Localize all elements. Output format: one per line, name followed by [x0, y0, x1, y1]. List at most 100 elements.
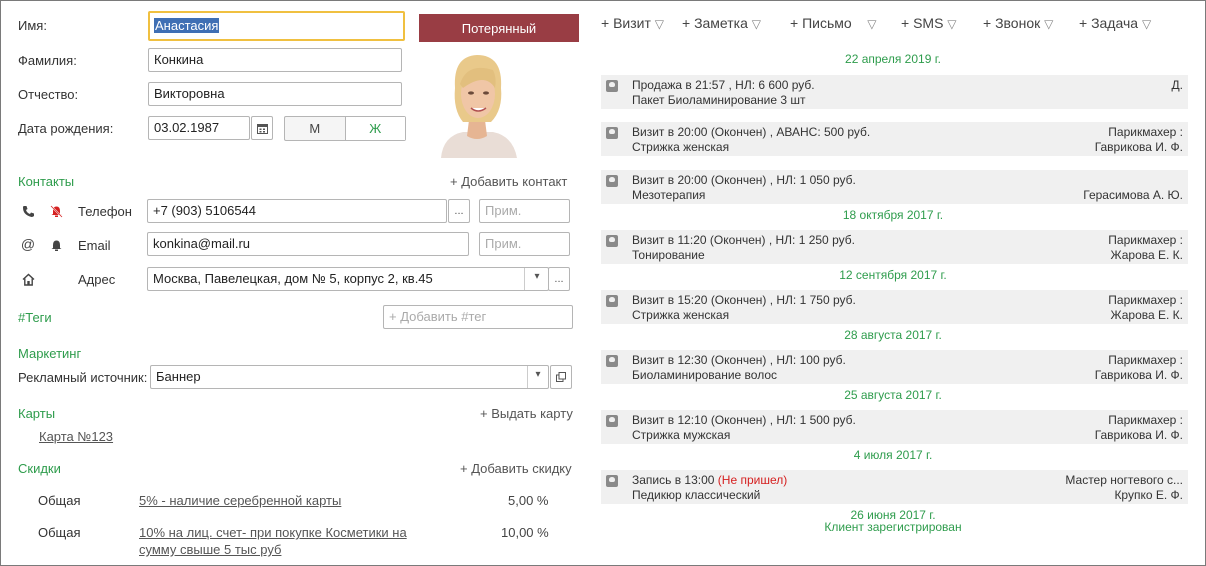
address-label: Адрес — [78, 272, 116, 287]
event-title: Визит в 20:00 (Окончен) , АВАНС: 500 руб… — [632, 125, 871, 139]
patronymic-input[interactable]: Викторовна — [148, 82, 402, 106]
filter-icon[interactable]: ▽ — [1142, 17, 1151, 31]
card-link[interactable]: Карта №123 — [39, 429, 113, 444]
event-service: Стрижка мужская — [632, 428, 731, 442]
event-icon — [606, 127, 618, 139]
timeline-event[interactable]: Визит в 11:20 (Окончен) , НЛ: 1 250 руб.… — [601, 230, 1188, 264]
timeline-event[interactable]: Визит в 12:10 (Окончен) , НЛ: 1 500 руб.… — [601, 410, 1188, 444]
phone-icon[interactable] — [21, 204, 35, 218]
event-service: Тонирование — [632, 248, 705, 262]
add-tag-input[interactable]: + Добавить #тег — [383, 305, 573, 329]
event-staff: Жарова Е. К. — [1110, 308, 1183, 322]
event-service: Мезотерапия — [632, 188, 706, 202]
timeline-event[interactable]: Запись в 13:00 (Не пришел) Педикюр класс… — [601, 470, 1188, 504]
add-sms-button[interactable]: + SMS ▽ — [901, 15, 957, 31]
discount-value: 10,00 % — [501, 525, 549, 540]
phone-more-button[interactable]: ... — [448, 199, 470, 223]
event-staff: Жарова Е. К. — [1110, 248, 1183, 262]
filter-icon[interactable]: ▽ — [947, 17, 956, 31]
add-call-label: + Звонок — [983, 15, 1041, 31]
discount-link-line2[interactable]: сумму свыше 5 тыс руб — [139, 542, 281, 557]
event-icon — [606, 80, 618, 92]
phone-input[interactable]: +7 (903) 5106544 — [147, 199, 447, 223]
event-title: Визит в 20:00 (Окончен) , НЛ: 1 050 руб. — [632, 173, 856, 187]
event-role: Д. — [1171, 78, 1183, 92]
discount-link[interactable]: 10% на лиц. счет- при покупке Косметики … — [139, 525, 407, 540]
add-task-label: + Задача — [1079, 15, 1139, 31]
event-service: Пакет Биоламинирование 3 шт — [632, 93, 806, 107]
filter-icon[interactable]: ▽ — [1044, 17, 1053, 31]
timeline-event[interactable]: Визит в 20:00 (Окончен) , НЛ: 1 050 руб.… — [601, 170, 1188, 204]
last-name-label: Фамилия: — [18, 53, 77, 68]
ad-source-select[interactable]: Баннер — [150, 365, 549, 389]
timeline-event[interactable]: Продажа в 21:57 , НЛ: 6 600 руб. Пакет Б… — [601, 75, 1188, 109]
discount-link[interactable]: 5% - наличие серебренной карты — [139, 493, 341, 508]
ad-source-open-button[interactable] — [550, 365, 572, 389]
event-title: Визит в 11:20 (Окончен) , НЛ: 1 250 руб. — [632, 233, 855, 247]
client-registered-label: Клиент зарегистрирован — [824, 520, 962, 534]
add-note-label: + Заметка — [682, 15, 748, 31]
gender-male-button[interactable]: М — [285, 117, 346, 140]
address-input[interactable]: Москва, Павелецкая, дом № 5, корпус 2, к… — [147, 267, 549, 291]
event-service: Биоламинирование волос — [632, 368, 778, 382]
add-letter-button[interactable]: + Письмо ▽ — [790, 15, 876, 31]
event-role: Парикмахер : — [1108, 293, 1183, 307]
add-tag-placeholder: + Добавить #тег — [389, 309, 487, 324]
first-name-input[interactable]: Анастасия — [148, 11, 405, 41]
last-name-input[interactable]: Конкина — [148, 48, 402, 72]
add-discount-link[interactable]: + Добавить скидку — [460, 461, 572, 476]
timeline-event[interactable]: Визит в 12:30 (Окончен) , НЛ: 100 руб. Б… — [601, 350, 1188, 384]
address-dropdown-button[interactable]: ▾ — [527, 271, 547, 282]
add-letter-label: + Письмо — [790, 15, 852, 31]
email-input[interactable]: konkina@mail.ru — [147, 232, 469, 256]
add-contact-link[interactable]: + Добавить контакт — [450, 174, 567, 189]
calendar-icon — [256, 123, 268, 134]
email-note-input[interactable]: Прим. — [479, 232, 570, 256]
bell-off-icon[interactable] — [49, 204, 63, 218]
event-role: Парикмахер : — [1108, 353, 1183, 367]
email-note-placeholder: Прим. — [485, 236, 522, 251]
first-name-value: Анастасия — [154, 18, 220, 33]
add-task-button[interactable]: + Задача ▽ — [1079, 15, 1151, 31]
add-note-button[interactable]: + Заметка ▽ — [682, 15, 761, 31]
event-icon — [606, 295, 618, 307]
event-icon — [606, 175, 618, 187]
filter-icon[interactable]: ▽ — [655, 17, 664, 31]
email-at-icon[interactable]: @ — [20, 236, 36, 252]
timeline-date: 25 августа 2017 г. — [844, 388, 942, 402]
gender-female-button[interactable]: Ж — [345, 117, 405, 140]
event-title: Визит в 15:20 (Окончен) , НЛ: 1 750 руб. — [632, 293, 856, 307]
gender-switch: М Ж — [284, 116, 406, 141]
bell-icon[interactable] — [49, 238, 63, 252]
add-call-button[interactable]: + Звонок ▽ — [983, 15, 1053, 31]
email-label: Email — [78, 238, 111, 253]
client-card-window: Имя: Анастасия Потерянный Фамилия: Конки… — [0, 0, 1206, 566]
event-role: Парикмахер : — [1108, 233, 1183, 247]
discounts-section-title: Скидки — [18, 461, 61, 476]
avatar[interactable] — [433, 48, 522, 158]
ad-source-dropdown-button[interactable]: ▾ — [528, 369, 548, 380]
event-icon — [606, 415, 618, 427]
timeline-event[interactable]: Визит в 15:20 (Окончен) , НЛ: 1 750 руб.… — [601, 290, 1188, 324]
event-service: Педикюр классический — [632, 488, 761, 502]
phone-note-input[interactable]: Прим. — [479, 199, 570, 223]
filter-icon[interactable]: ▽ — [752, 17, 761, 31]
cards-section-title: Карты — [18, 406, 56, 421]
event-role: Мастер ногтевого с... — [1065, 473, 1183, 487]
birth-date-input[interactable]: 03.02.1987 — [148, 116, 250, 140]
timeline-date: 22 апреля 2019 г. — [845, 52, 941, 66]
add-visit-button[interactable]: + Визит ▽ — [601, 15, 664, 31]
marketing-section-title: Маркетинг — [18, 346, 82, 361]
filter-icon[interactable]: ▽ — [867, 17, 876, 31]
lost-button[interactable]: Потерянный — [419, 14, 579, 42]
timeline-date: 12 сентября 2017 г. — [839, 268, 947, 282]
event-title: Визит в 12:30 (Окончен) , НЛ: 100 руб. — [632, 353, 846, 367]
calendar-button[interactable] — [251, 116, 273, 140]
event-status-no-show: (Не пришел) — [717, 473, 788, 487]
timeline-event[interactable]: Визит в 20:00 (Окончен) , АВАНС: 500 руб… — [601, 122, 1188, 156]
issue-card-link[interactable]: + Выдать карту — [480, 406, 573, 421]
timeline-date: 4 июля 2017 г. — [853, 448, 933, 462]
address-more-button[interactable]: ... — [548, 267, 570, 291]
home-icon[interactable] — [21, 272, 35, 286]
open-window-icon — [556, 372, 566, 382]
